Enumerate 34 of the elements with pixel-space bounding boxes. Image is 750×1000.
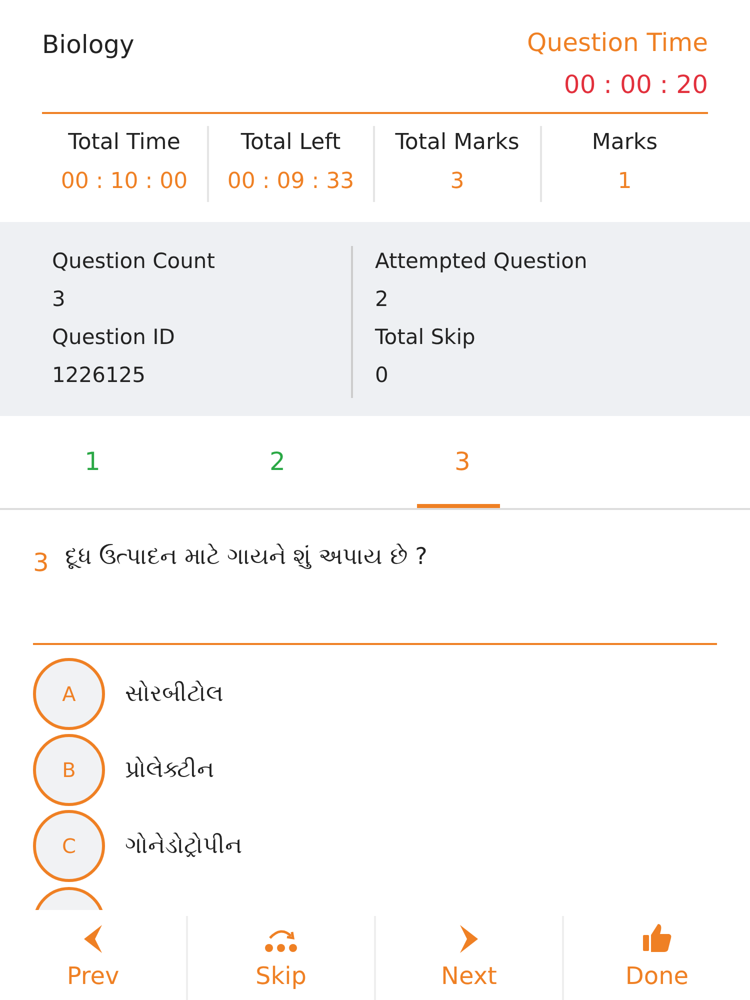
done-button[interactable]: Done [564,916,750,1000]
question-tab[interactable]: 1 [0,416,185,508]
back-icon [82,924,104,954]
question-tab[interactable]: 3 [370,416,555,508]
stat-value: 1 [618,168,632,196]
info-label: Question Count [52,248,216,275]
stat-value: 00 : 09 : 33 [227,168,354,196]
question-text: દૂધ ઉત્પાદન માટે ગાયને શું અપાય છે ? [64,542,428,572]
stat-label: Total Time [68,129,180,157]
info-label: Total Skip [375,324,476,351]
info-label: Question ID [52,324,176,351]
next-button[interactable]: Next [376,916,564,1000]
question-number: 3 [33,547,49,579]
info-value: 2 [375,286,390,313]
skip-button[interactable]: Skip [188,916,376,1000]
option-text[interactable]: સોરબીટોલ [125,676,223,712]
question-time-value: 00 : 00 : 20 [564,68,708,100]
info-value: 1226125 [52,362,147,389]
stat-value: 00 : 10 : 00 [60,168,188,196]
question-time-label: Question Time [527,27,708,59]
info-label: Attempted Question [375,248,588,275]
stat-label: Marks [592,129,658,157]
subject-title: Biology [42,29,134,61]
stat-label: Total Left [240,129,341,157]
info-value: 0 [375,362,390,389]
option-text[interactable]: પ્રોલેક્ટીન [125,752,214,788]
thumbs-up-icon [641,922,673,954]
stat-label: Total Marks [395,129,520,157]
forward-icon [458,924,480,954]
option-text[interactable]: ગોનેડોટ્રોપીન [125,828,242,864]
stat-value: 3 [450,168,464,196]
info-value: 3 [52,286,66,313]
prev-button[interactable]: Prev [0,916,188,1000]
question-tab[interactable]: 2 [185,416,370,508]
